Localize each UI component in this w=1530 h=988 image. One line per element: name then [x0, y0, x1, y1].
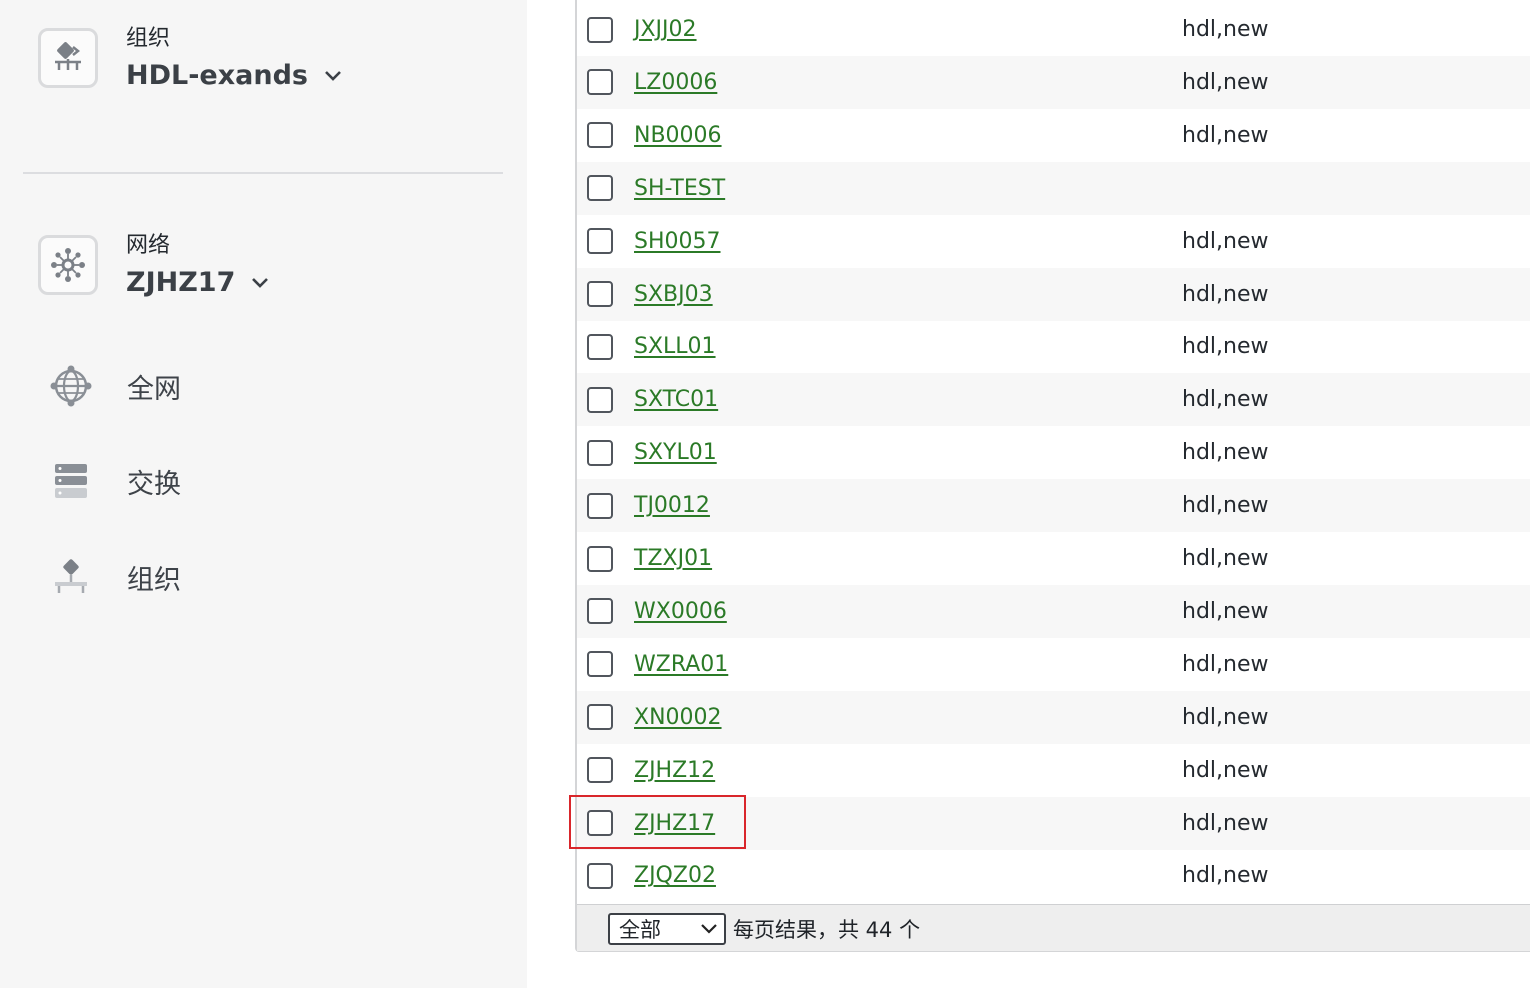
row-checkbox[interactable] [587, 122, 613, 149]
table-row: LZ0006 hdl,new [577, 55, 1530, 109]
table-row: SXBJ03 hdl,new [577, 267, 1530, 321]
device-tags: hdl,new [1182, 651, 1269, 677]
device-name-link[interactable]: TJ0012 [634, 493, 710, 518]
switch-stack-icon [48, 458, 94, 504]
device-name-link[interactable]: ZJHZ17 [634, 811, 715, 836]
device-name-link[interactable]: ZJQZ02 [634, 863, 716, 888]
nav-label: 全网 [127, 373, 181, 405]
device-tags: hdl,new [1182, 387, 1269, 413]
table-row: SXTC01 hdl,new [577, 373, 1530, 427]
sidebar: 组织 HDL-exands 网络 ZJHZ17 全网 交换 组织 [0, 0, 527, 988]
row-checkbox[interactable] [587, 492, 613, 519]
device-tags: hdl,new [1182, 863, 1269, 889]
device-table: JXJJ02 hdl,new LZ0006 hdl,new NB0006 hdl,new S… [575, 0, 1530, 952]
network-icon [38, 235, 98, 295]
device-name-link[interactable]: NB0006 [634, 123, 722, 148]
organization-name: HDL-exands [126, 60, 308, 91]
chevron-down-icon [324, 70, 342, 82]
globe-network-icon [48, 363, 94, 409]
device-tags: hdl,new [1182, 810, 1269, 836]
device-tags: hdl,new [1182, 334, 1269, 360]
table-row: SH0057 hdl,new [577, 215, 1530, 268]
row-checkbox[interactable] [587, 439, 613, 466]
row-checkbox[interactable] [587, 704, 613, 731]
device-name-link[interactable]: LZ0006 [634, 70, 717, 95]
organization-switcher[interactable]: 组织 HDL-exands [38, 26, 342, 93]
device-name-link[interactable]: SXTC01 [634, 387, 718, 412]
table-row: SXYL01 hdl,new [577, 426, 1530, 479]
page-size-select[interactable]: 全部 [608, 913, 726, 945]
row-checkbox[interactable] [587, 175, 613, 202]
nav-label: 交换 [127, 468, 181, 500]
table-row: TZXJ01 hdl,new [577, 532, 1530, 585]
device-tags: hdl,new [1182, 69, 1269, 95]
row-checkbox[interactable] [587, 386, 613, 413]
nav-label: 组织 [127, 564, 181, 596]
device-tags: hdl,new [1182, 17, 1269, 42]
device-name-link[interactable]: WZRA01 [634, 652, 728, 677]
device-tags: hdl,new [1182, 493, 1269, 519]
device-name-link[interactable]: TZXJ01 [634, 546, 712, 571]
results-count-text: 每页结果，共 44 个 [733, 918, 921, 942]
device-tags: hdl,new [1182, 598, 1269, 624]
row-checkbox[interactable] [587, 281, 613, 307]
organization-label: 组织 [126, 26, 171, 51]
device-name-link[interactable]: WX0006 [634, 599, 727, 624]
table-row: WX0006 hdl,new [577, 584, 1530, 638]
device-tags: hdl,new [1182, 122, 1269, 148]
row-checkbox[interactable] [587, 228, 613, 255]
row-checkbox[interactable] [587, 862, 613, 889]
device-name-link[interactable]: SXLL01 [634, 334, 716, 359]
device-tags: hdl,new [1182, 228, 1269, 254]
table-row: SXLL01 hdl,new [577, 320, 1530, 373]
device-tags: hdl,new [1182, 704, 1269, 730]
device-name-link[interactable]: SH-TEST [634, 176, 725, 201]
sidebar-divider [23, 172, 503, 174]
nav-item-whole-network[interactable]: 全网 [48, 363, 181, 409]
device-tags: hdl,new [1182, 757, 1269, 783]
device-name-link[interactable]: XN0002 [634, 705, 722, 730]
table-row: NB0006 hdl,new [577, 109, 1530, 162]
row-checkbox[interactable] [587, 757, 613, 784]
network-label: 网络 [126, 233, 171, 258]
row-checkbox[interactable] [587, 545, 613, 572]
row-checkbox[interactable] [587, 598, 613, 625]
table-row: JXJJ02 hdl,new [577, 3, 1530, 56]
device-tags: hdl,new [1182, 440, 1269, 466]
table-row: SH-TEST [577, 161, 1530, 215]
table-row: ZJHZ17 hdl,new [577, 796, 1530, 850]
table-row: XN0002 hdl,new [577, 690, 1530, 744]
device-name-link[interactable]: ZJHZ12 [634, 758, 715, 783]
chevron-down-icon [700, 923, 718, 935]
table-row: TJ0012 hdl,new [577, 479, 1530, 533]
organization-icon [38, 28, 98, 88]
row-checkbox[interactable] [587, 810, 613, 836]
chevron-down-icon [251, 277, 269, 289]
device-name-link[interactable]: JXJJ02 [634, 17, 697, 42]
table-row: ZJQZ02 hdl,new [577, 849, 1530, 902]
nav-item-switching[interactable]: 交换 [48, 458, 181, 504]
row-checkbox[interactable] [587, 651, 613, 678]
device-tags: hdl,new [1182, 281, 1269, 307]
organization-icon [48, 554, 94, 600]
device-name-link[interactable]: SH0057 [634, 229, 721, 254]
row-checkbox[interactable] [587, 16, 613, 43]
table-row: ZJHZ12 hdl,new [577, 744, 1530, 797]
nav-item-organization[interactable]: 组织 [48, 554, 181, 600]
table-row: WZRA01 hdl,new [577, 638, 1530, 691]
device-name-link[interactable]: SXBJ03 [634, 282, 713, 307]
device-name-link[interactable]: SXYL01 [634, 440, 717, 465]
network-switcher[interactable]: 网络 ZJHZ17 [38, 233, 269, 300]
row-checkbox[interactable] [587, 333, 613, 360]
row-checkbox[interactable] [587, 69, 613, 96]
page-size-value: 全部 [619, 918, 661, 942]
table-footer: 全部 每页结果，共 44 个 [577, 904, 1530, 951]
device-tags: hdl,new [1182, 546, 1269, 571]
network-name: ZJHZ17 [126, 267, 236, 298]
